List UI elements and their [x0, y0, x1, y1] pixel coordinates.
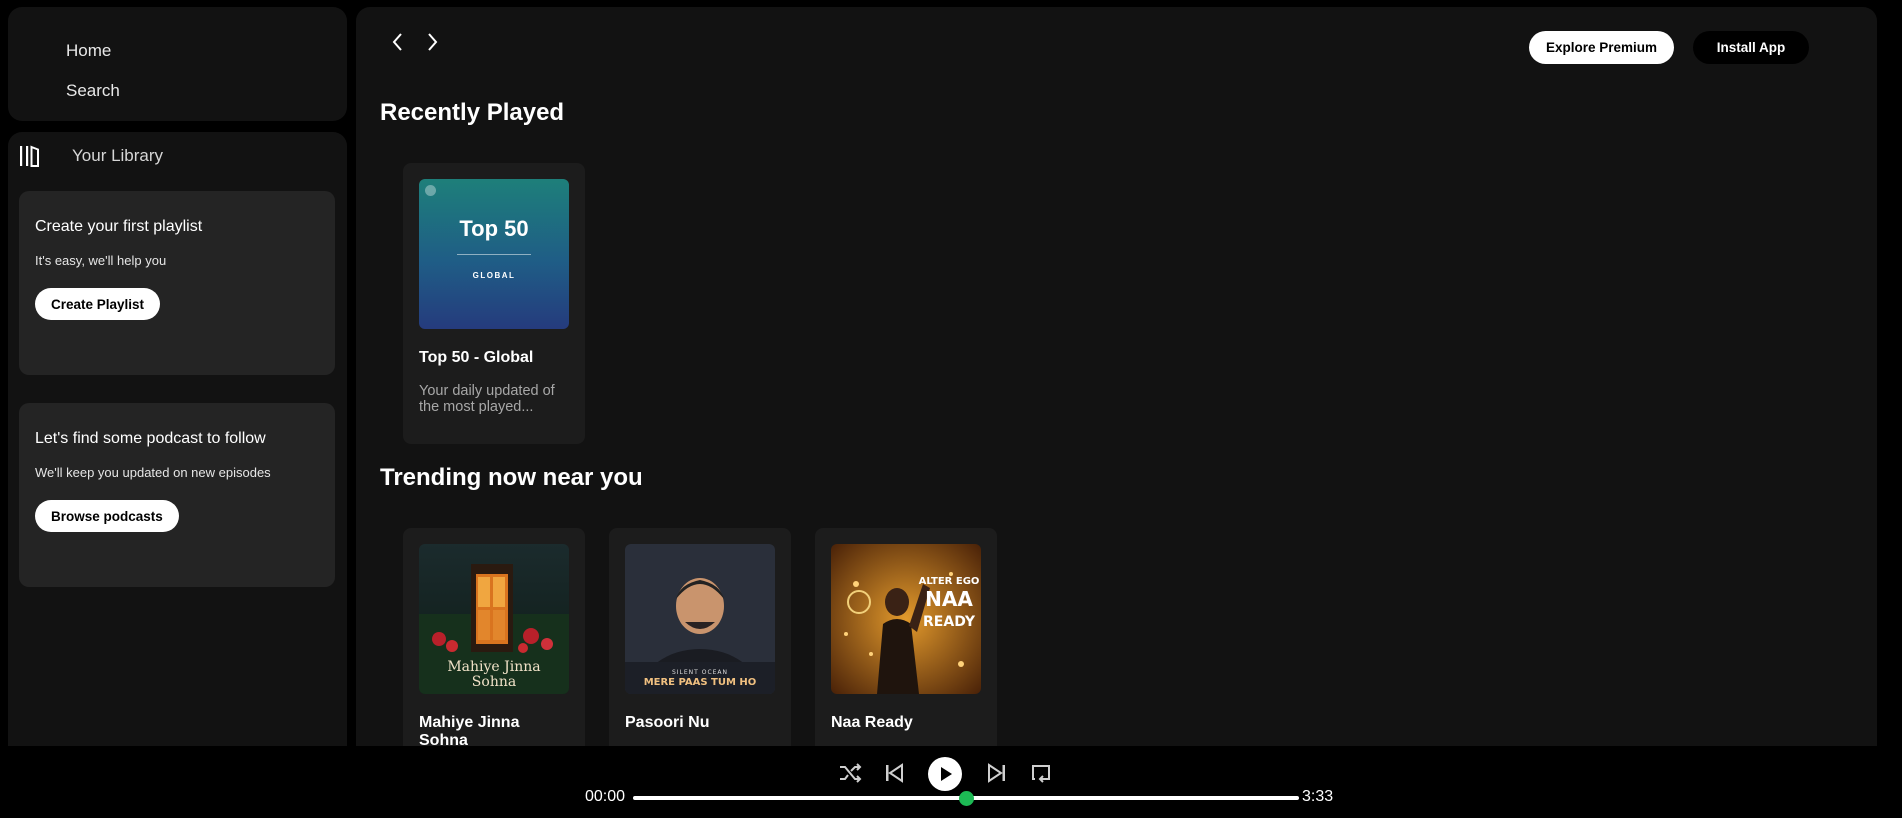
song-name: Naa Ready [831, 714, 913, 731]
song-card[interactable]: Mahiye Jinna Sohna Mahiye Jinna Sohna [403, 528, 585, 752]
nav-search-link[interactable]: Search [66, 81, 120, 101]
song-card[interactable]: ALTER EGO NAA READY Naa Ready [815, 528, 997, 752]
playlist-cover: Top 50 GLOBAL [419, 179, 569, 329]
explore-premium-button[interactable]: Explore Premium [1529, 31, 1675, 64]
library-panel: Your Library Create your first playlist … [8, 132, 347, 752]
sidebar-nav: Home Search [8, 7, 347, 121]
total-time: 3:33 [1302, 788, 1334, 805]
song-cover: Mahiye Jinna Sohna [419, 544, 569, 694]
card-title: Create your first playlist [35, 218, 203, 235]
spotify-logo-icon [425, 185, 436, 196]
svg-text:NAA: NAA [925, 587, 973, 611]
song-name: Mahiye Jinna Sohna [419, 714, 520, 749]
naa-ready-artwork-icon: ALTER EGO NAA READY [831, 544, 981, 694]
song-card[interactable]: SILENT OCEAN MERE PAAS TUM HO Pasoori Nu [609, 528, 791, 752]
playlist-description: Your daily updated of the most played... [419, 383, 555, 415]
song-name: Pasoori Nu [625, 714, 710, 731]
progress-knob[interactable] [958, 791, 974, 806]
install-app-button[interactable]: Install App [1693, 31, 1809, 64]
card-text: We'll keep you updated on new episodes [35, 465, 271, 480]
next-track-icon[interactable] [987, 763, 1007, 783]
previous-track-icon[interactable] [884, 763, 904, 783]
singer-portrait-artwork-icon: SILENT OCEAN MERE PAAS TUM HO [625, 544, 775, 694]
browse-podcasts-button[interactable]: Browse podcasts [35, 500, 179, 532]
phone-booth-artwork-icon: Mahiye Jinna Sohna [419, 544, 569, 694]
trending-title: Trending now near you [380, 464, 643, 491]
song-cover: SILENT OCEAN MERE PAAS TUM HO [625, 544, 775, 694]
cover-title: Top 50 [459, 216, 529, 241]
library-icon [20, 145, 39, 167]
create-playlist-button[interactable]: Create Playlist [35, 288, 161, 320]
svg-text:SILENT OCEAN: SILENT OCEAN [672, 669, 728, 676]
create-playlist-card: Create your first playlist It's easy, we… [19, 191, 335, 375]
cover-subtitle: GLOBAL [472, 271, 516, 280]
main-content: Explore Premium Install App Recently Pla… [356, 7, 1877, 752]
recently-played-title: Recently Played [380, 99, 565, 126]
svg-text:Mahiye Jinna: Mahiye Jinna [447, 659, 540, 675]
svg-text:READY: READY [923, 614, 976, 630]
library-header[interactable]: Your Library [18, 144, 163, 168]
app-root: Home Search Your Library Create your fir… [0, 0, 1902, 818]
card-title: Let's find some podcast to follow [35, 430, 266, 447]
shuffle-icon[interactable] [838, 762, 862, 784]
repeat-icon[interactable] [1030, 763, 1052, 783]
svg-text:ALTER EGO: ALTER EGO [919, 576, 980, 587]
nav-home-link[interactable]: Home [66, 41, 111, 61]
back-arrow-icon[interactable] [386, 29, 410, 55]
card-text: It's easy, we'll help you [35, 253, 167, 268]
cover-divider [457, 254, 531, 255]
song-cover: ALTER EGO NAA READY [831, 544, 981, 694]
svg-text:MERE PAAS TUM HO: MERE PAAS TUM HO [644, 677, 757, 688]
play-button-icon[interactable] [928, 757, 962, 791]
library-title: Your Library [72, 146, 164, 165]
playlist-name: Top 50 - Global [419, 349, 534, 366]
podcast-card: Let's find some podcast to follow We'll … [19, 403, 335, 587]
playlist-card[interactable]: Top 50 GLOBAL Top 50 - Global Your daily… [403, 163, 585, 444]
forward-arrow-icon[interactable] [420, 29, 444, 55]
svg-text:Sohna: Sohna [472, 674, 516, 690]
current-time: 00:00 [585, 788, 626, 805]
player-bar: 00:00 3:33 [0, 746, 1902, 818]
